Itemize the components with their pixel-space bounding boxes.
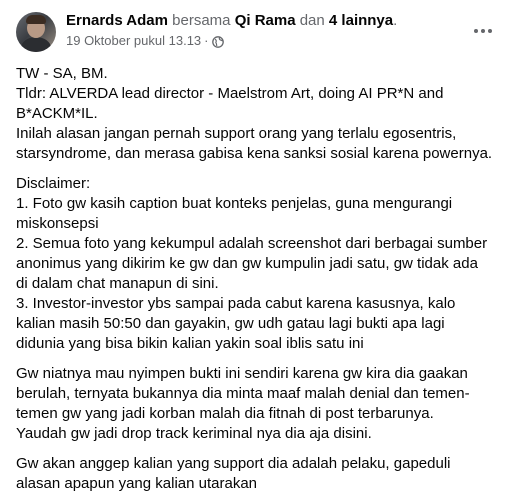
- more-options-icon[interactable]: [470, 18, 496, 44]
- post-text-line: Gw akan anggep kalian yang support dia a…: [16, 455, 451, 472]
- post-body: TW - SA, BM. Tldr: ALVERDA lead director …: [16, 64, 496, 493]
- with-word: bersama: [172, 12, 231, 29]
- author-avatar[interactable]: [16, 12, 56, 52]
- post-text-line: berulah, ternyata bukannya dia minta maa…: [16, 385, 470, 402]
- post-paragraph: TW - SA, BM. Tldr: ALVERDA lead director …: [16, 64, 496, 164]
- tagged-person-link[interactable]: Qi Rama: [235, 12, 296, 29]
- separator-dot: ·: [204, 33, 209, 48]
- post-paragraph: Disclaimer: 1. Foto gw kasih caption buat…: [16, 174, 496, 354]
- post-text-line: Yaudah gw jadi drop track keriminal nya …: [16, 425, 372, 442]
- post-text-line: 3. Investor-investor ybs sampai pada cab…: [16, 295, 456, 312]
- post-text-line: Inilah alasan jangan pernah support oran…: [16, 125, 457, 142]
- post-text-line: Tldr: ALVERDA lead director - Maelstrom …: [16, 85, 444, 102]
- post-text-line: di dalam chat manapun di sini.: [16, 275, 219, 292]
- post-text-line: Gw niatnya mau nyimpen bukti ini sendiri…: [16, 365, 468, 382]
- post-title-line: Ernards Adam bersama Qi Rama dan 4 lainn…: [66, 11, 450, 31]
- post-text-line: anonimus yang dikirim ke gw dan gw kumpu…: [16, 255, 478, 272]
- post-text-line: miskonsepsi: [16, 215, 99, 232]
- title-period: .: [393, 12, 398, 29]
- post-text-line: TW - SA, BM.: [16, 65, 108, 82]
- post-text-line: Disclaimer:: [16, 175, 91, 192]
- and-word: dan: [299, 12, 325, 29]
- post-subline: 19 Oktober pukul 13.13 ·: [66, 32, 450, 50]
- author-name-link[interactable]: Ernards Adam: [66, 12, 168, 29]
- globe-icon[interactable]: [211, 35, 224, 48]
- post-header: Ernards Adam bersama Qi Rama dan 4 lainn…: [16, 10, 492, 54]
- post-text-line: temen gw yang jadi korban malah dia fitn…: [16, 405, 434, 422]
- facebook-post: Ernards Adam bersama Qi Rama dan 4 lainn…: [0, 0, 506, 493]
- post-text-line: didunia yang bisa bikin kalian yakin soa…: [16, 335, 364, 352]
- post-text-line: kalian masih 50:50 dan gayakin, gw udh g…: [16, 315, 445, 332]
- others-link[interactable]: 4 lainnya: [329, 12, 393, 29]
- post-text-line: starsyndrome, dan merasa gabisa kena san…: [16, 145, 493, 162]
- post-timestamp-link[interactable]: 19 Oktober pukul 13.13: [66, 32, 201, 50]
- post-text-line: alasan apapun yang kalian utarakan: [16, 475, 258, 492]
- post-text-line: 2. Semua foto yang kekumpul adalah scree…: [16, 235, 488, 252]
- post-paragraph: Gw niatnya mau nyimpen bukti ini sendiri…: [16, 364, 496, 444]
- post-text-line: B*ACKM*IL.: [16, 105, 98, 122]
- avatar-hair-shape: [26, 15, 46, 24]
- post-paragraph: Gw akan anggep kalian yang support dia a…: [16, 454, 496, 493]
- avatar-body-shape: [21, 37, 51, 52]
- post-text-line: 1. Foto gw kasih caption buat konteks pe…: [16, 195, 453, 212]
- post-meta: Ernards Adam bersama Qi Rama dan 4 lainn…: [66, 11, 450, 50]
